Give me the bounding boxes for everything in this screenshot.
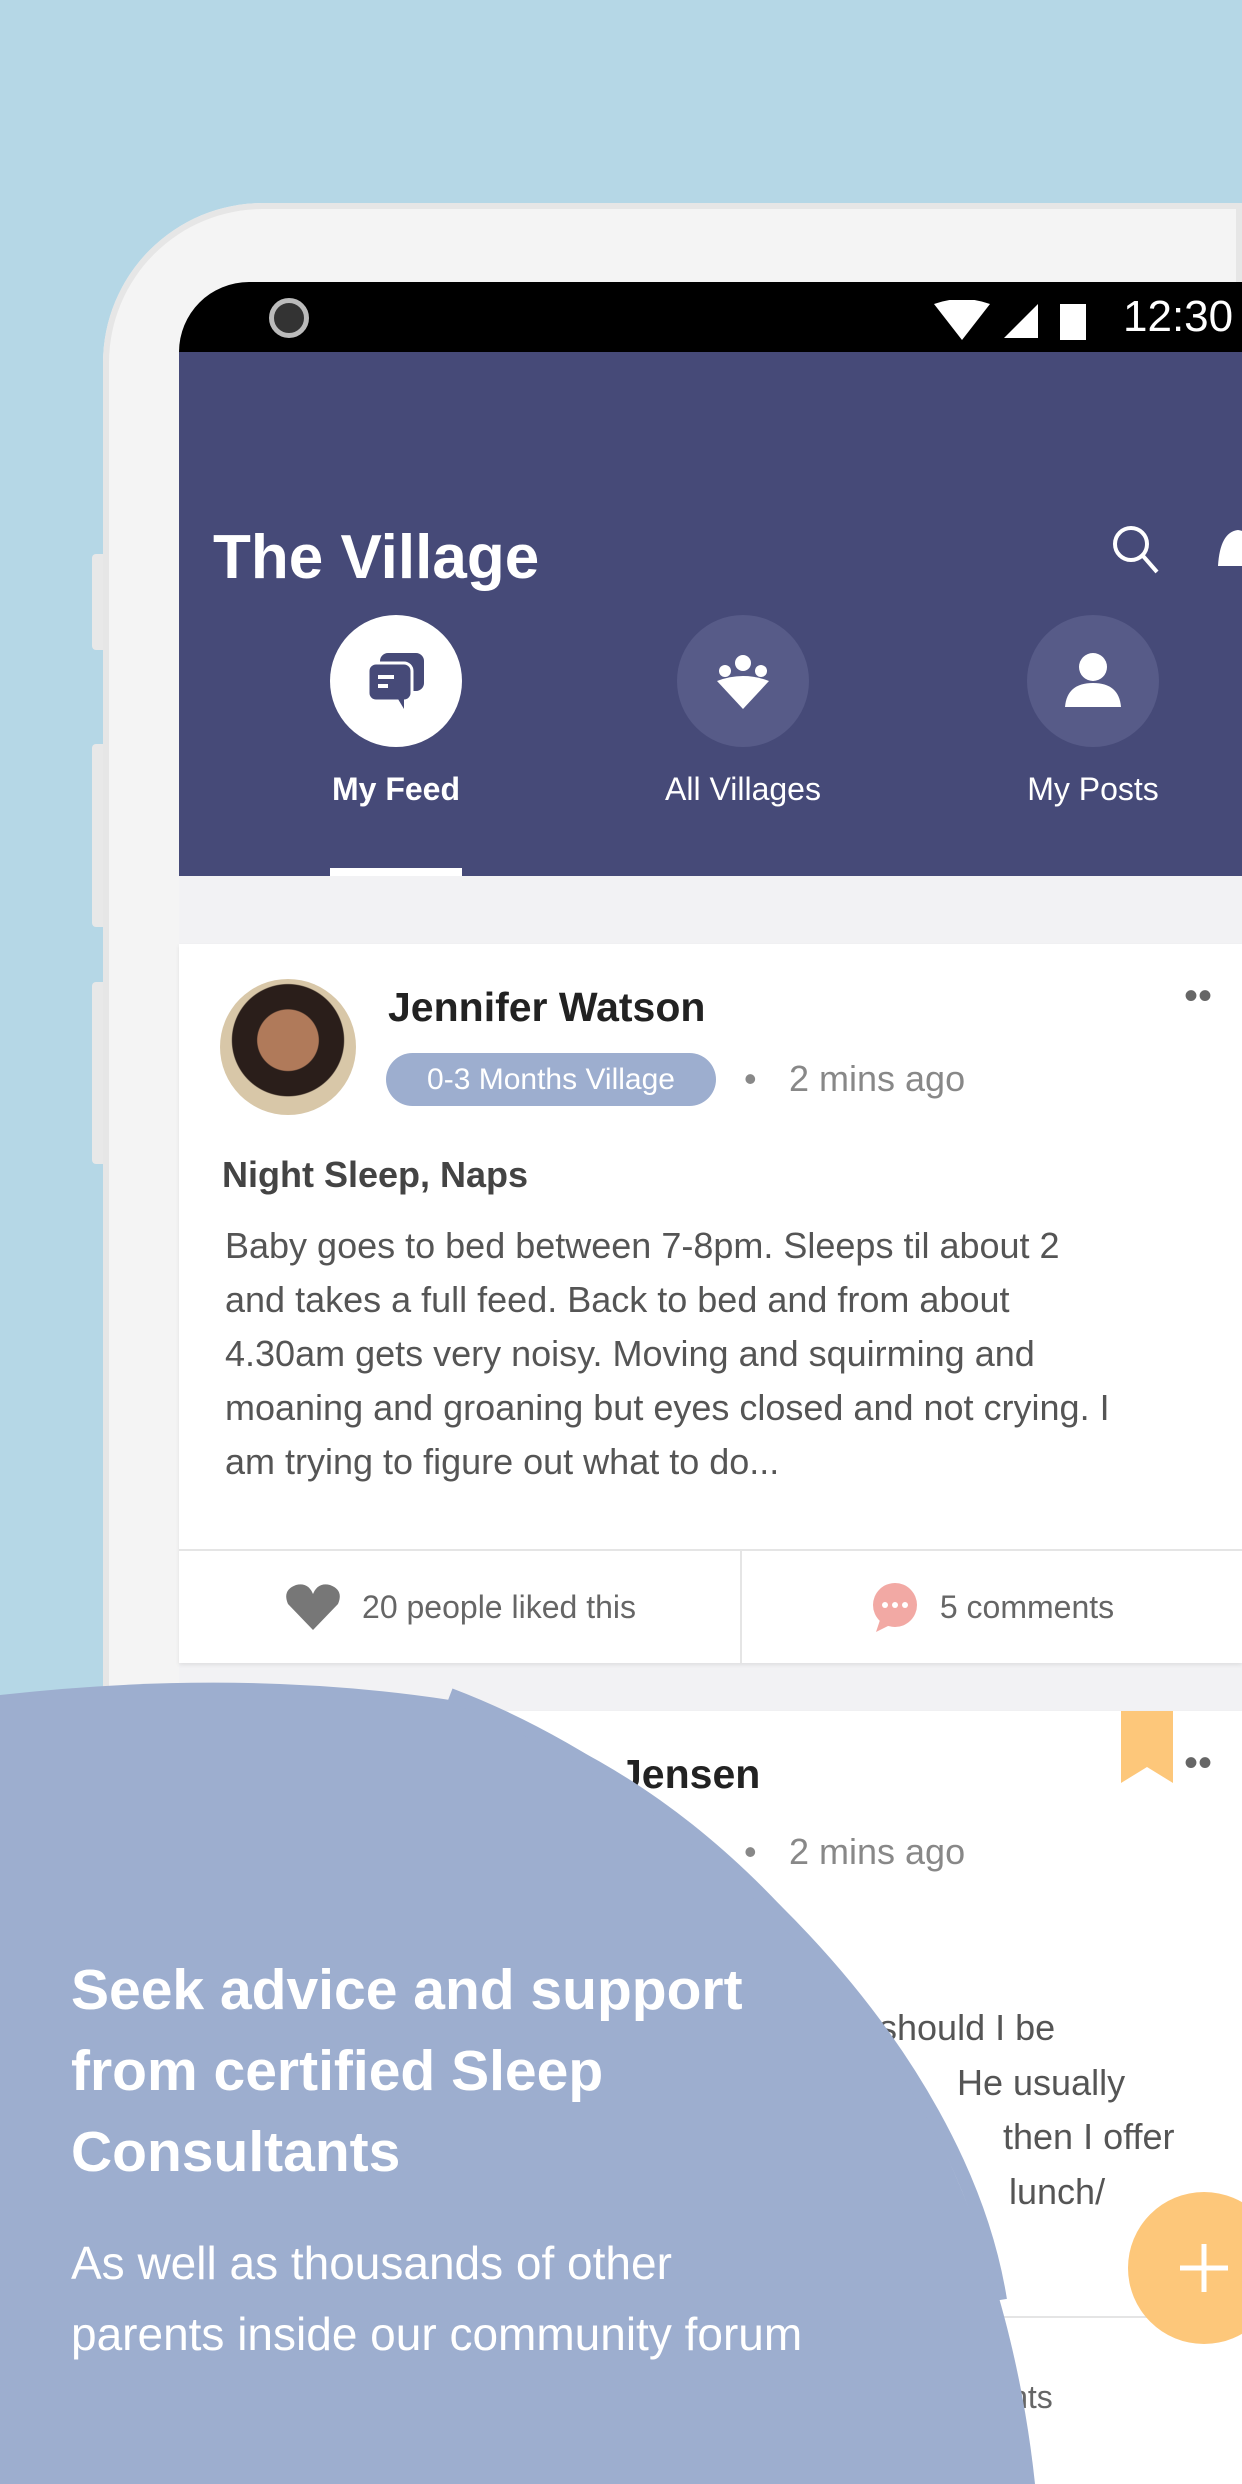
- promo-subtitle: As well as thousands of other parents ins…: [71, 2237, 803, 2360]
- promo-heading: Seek advice and support from certified Sl…: [71, 1958, 743, 2184]
